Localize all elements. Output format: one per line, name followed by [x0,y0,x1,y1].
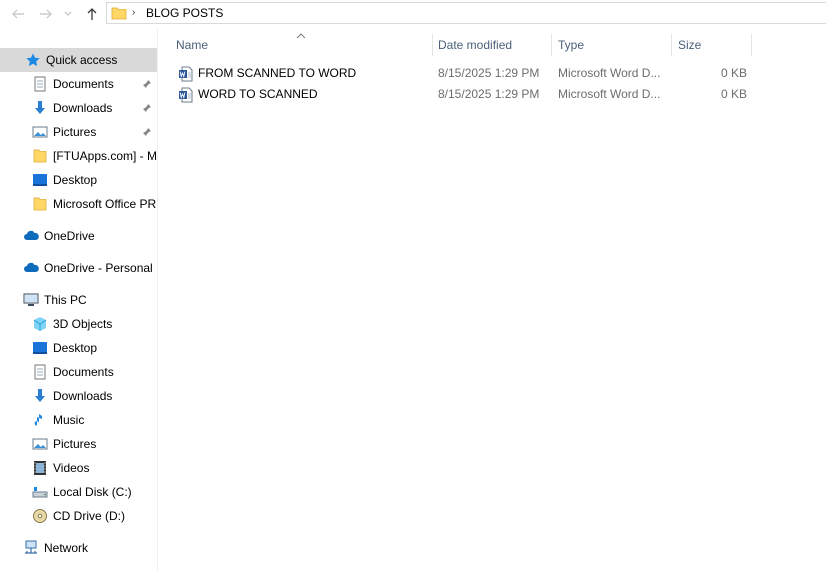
navigation-pane: Quick access Documents Downloads Picture… [0,46,157,571]
sidebar-item-label: Network [44,541,89,555]
sidebar-item-ftuapps-folder[interactable]: [FTUApps.com] - M [0,144,157,168]
sidebar-item-this-pc[interactable]: This PC [0,288,157,312]
computer-icon [23,292,39,308]
sidebar-item-desktop[interactable]: Desktop [0,168,157,192]
sidebar-item-music[interactable]: Music [0,408,157,432]
sidebar-item-label: CD Drive (D:) [53,509,125,523]
sidebar-item-videos[interactable]: Videos [0,456,157,480]
cloud-icon [23,228,39,244]
cube-icon [32,316,48,332]
sidebar-item-label: Documents [53,77,114,91]
pin-icon [142,78,152,92]
sidebar-item-network[interactable]: Network [0,536,157,560]
documents-icon [32,364,48,380]
recent-locations-button[interactable] [61,4,75,24]
file-name: WORD TO SCANNED [198,87,318,101]
breadcrumb-current[interactable]: BLOG POSTS [146,6,223,20]
sidebar-item-label: Downloads [53,101,113,115]
column-header: Name Date modified Type Size [170,32,752,58]
sidebar-item-label: Documents [53,365,114,379]
file-date: 8/15/2025 1:29 PM [438,66,540,80]
desktop-icon [32,172,48,188]
sidebar-item-label: Pictures [53,125,97,139]
arrow-left-icon [12,9,24,19]
file-type: Microsoft Word D... [558,87,661,101]
folder-icon [111,5,127,24]
sidebar-item-pictures-pc[interactable]: Pictures [0,432,157,456]
word-doc-icon [178,87,194,106]
sidebar-item-microsoft-office-folder[interactable]: Microsoft Office PR [0,192,157,216]
sidebar-item-cd-drive[interactable]: CD Drive (D:) [0,504,157,528]
sidebar-item-label: 3D Objects [53,317,113,331]
sidebar-item-label: Microsoft Office PR [53,197,157,211]
sidebar-item-downloads[interactable]: Downloads [0,96,157,120]
file-type: Microsoft Word D... [558,66,661,80]
file-row[interactable]: FROM SCANNED TO WORD 8/15/2025 1:29 PM M… [176,63,752,84]
sidebar-item-label: Desktop [53,173,98,187]
sidebar-item-label: Videos [53,461,90,475]
up-button[interactable] [82,4,102,24]
arrow-up-icon [87,8,97,20]
sidebar-item-local-disk[interactable]: Local Disk (C:) [0,480,157,504]
sidebar-item-downloads-pc[interactable]: Downloads [0,384,157,408]
sidebar-item-label: Quick access [46,53,118,67]
pictures-icon [32,124,48,140]
word-doc-icon [178,66,194,85]
folder-icon [32,196,48,212]
cloud-icon [23,260,39,276]
sidebar-item-documents-pc[interactable]: Documents [0,360,157,384]
address-bar[interactable]: › BLOG POSTS [106,2,826,24]
sidebar-item-label: OneDrive [44,229,95,243]
column-header-size[interactable]: Size [672,32,752,58]
back-button[interactable] [8,4,28,24]
arrow-right-icon [40,9,52,19]
pin-icon [142,126,152,140]
download-arrow-icon [32,100,48,116]
sidebar-item-label: Local Disk (C:) [53,485,132,499]
sidebar-item-onedrive-personal[interactable]: OneDrive - Personal [0,256,157,280]
sidebar-item-documents[interactable]: Documents [0,72,157,96]
file-row[interactable]: WORD TO SCANNED 8/15/2025 1:29 PM Micros… [176,84,752,105]
column-header-type[interactable]: Type [552,32,672,58]
file-size: 0 KB [721,66,748,80]
column-resizer[interactable] [751,34,752,56]
pictures-icon [32,436,48,452]
star-icon [25,52,41,68]
breadcrumb-separator[interactable]: › [132,7,135,18]
download-arrow-icon [32,388,48,404]
sidebar-item-label: OneDrive - Personal [44,261,153,275]
forward-button[interactable] [36,4,56,24]
documents-icon [32,76,48,92]
file-name: FROM SCANNED TO WORD [198,66,357,80]
network-icon [23,540,39,556]
film-icon [32,460,48,476]
sidebar-item-3d-objects[interactable]: 3D Objects [0,312,157,336]
music-note-icon [32,412,48,428]
file-size: 0 KB [721,87,748,101]
pin-icon [142,102,152,116]
sidebar-item-label: Desktop [53,341,98,355]
pane-divider[interactable] [157,28,158,571]
sidebar-item-desktop-pc[interactable]: Desktop [0,336,157,360]
sidebar-item-pictures[interactable]: Pictures [0,120,157,144]
cd-drive-icon [32,508,48,524]
folder-icon [32,148,48,164]
sidebar-item-label: Music [53,413,85,427]
desktop-icon [32,340,48,356]
sidebar-item-label: Pictures [53,437,97,451]
hard-drive-icon [32,484,48,500]
column-header-name[interactable]: Name [170,32,432,58]
file-date: 8/15/2025 1:29 PM [438,87,540,101]
navigation-bar: › BLOG POSTS [0,0,826,28]
sidebar-item-label: Downloads [53,389,113,403]
sidebar-item-quick-access[interactable]: Quick access [0,48,157,72]
sidebar-item-onedrive[interactable]: OneDrive [0,224,157,248]
sidebar-item-label: This PC [44,293,87,307]
chevron-down-icon [64,11,72,16]
sidebar-item-label: [FTUApps.com] - M [53,149,157,163]
column-header-date[interactable]: Date modified [432,32,552,58]
